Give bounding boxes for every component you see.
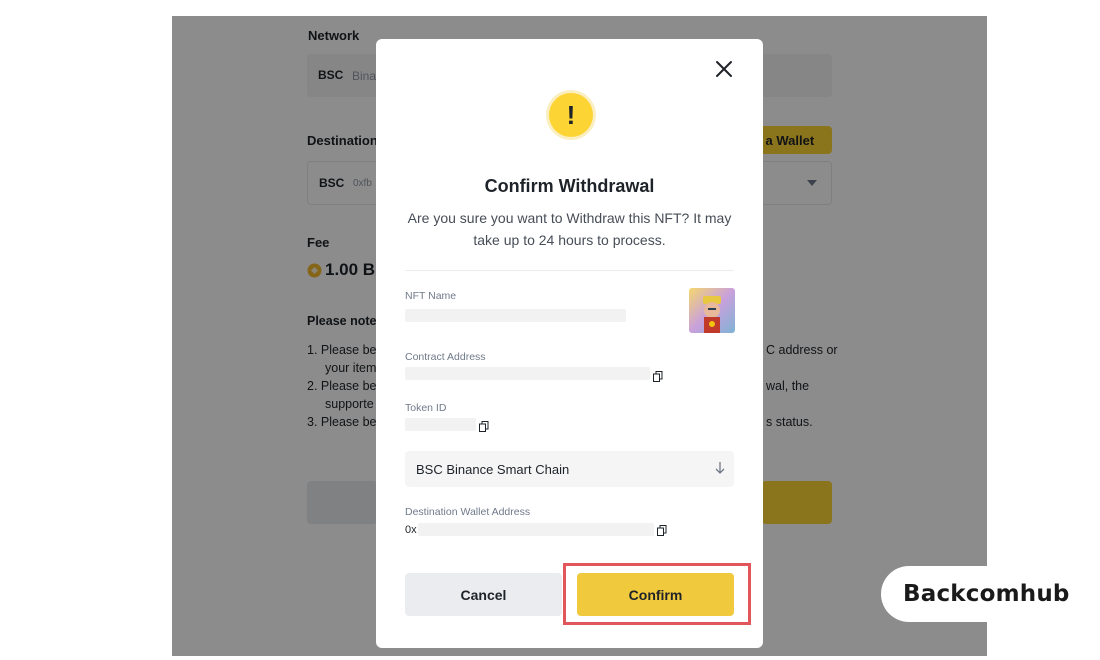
confirm-highlight-box	[563, 563, 751, 625]
destination-wallet-prefix: 0x	[405, 524, 417, 536]
destination-wallet-label: Destination Wallet Address	[405, 506, 531, 518]
token-id-value	[405, 418, 476, 431]
arrow-down-icon	[715, 462, 725, 474]
cancel-button[interactable]: Cancel	[405, 573, 562, 616]
confirm-withdrawal-modal: ! Confirm Withdrawal Are you sure you wa…	[376, 39, 763, 648]
screenshot-stage: Network BSC Bina Destination d a Wallet …	[0, 0, 1100, 660]
destination-wallet-value	[418, 523, 654, 536]
network-select-label: BSC Binance Smart Chain	[416, 462, 570, 477]
divider	[405, 270, 734, 271]
copy-contract-icon[interactable]	[653, 371, 663, 382]
copy-wallet-icon[interactable]	[657, 525, 667, 536]
nft-name-label: NFT Name	[405, 290, 457, 302]
copy-token-id-icon[interactable]	[479, 421, 489, 432]
contract-address-value	[405, 367, 650, 380]
modal-description: Are you sure you want to Withdraw this N…	[407, 210, 732, 248]
network-select[interactable]: BSC Binance Smart Chain	[405, 451, 734, 487]
token-id-label: Token ID	[405, 402, 447, 414]
modal-title: Confirm Withdrawal	[484, 176, 655, 196]
brand-logo-text: Backcomhub	[903, 581, 1070, 607]
nft-thumbnail	[689, 288, 735, 333]
warning-icon: !	[549, 93, 593, 137]
brand-watermark: Backcomhub	[881, 566, 1100, 622]
close-icon[interactable]	[714, 59, 734, 79]
nft-name-value	[405, 309, 626, 322]
contract-address-label: Contract Address	[405, 351, 486, 363]
